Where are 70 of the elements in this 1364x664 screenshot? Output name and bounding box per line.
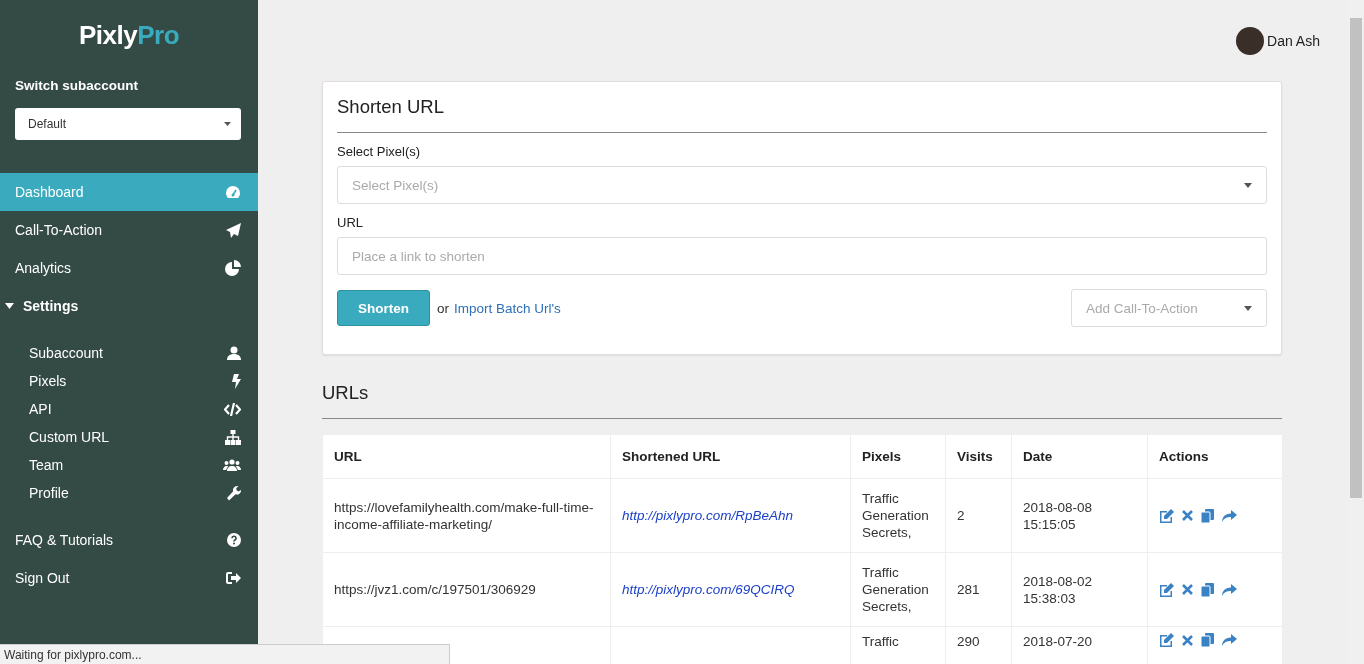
pixels-cell: Traffic Generation Secrets,	[862, 565, 929, 614]
column-header: Shortened URL	[622, 449, 721, 464]
delete-icon[interactable]	[1182, 634, 1193, 646]
share-arrow-icon[interactable]	[1222, 583, 1237, 596]
browser-status-bar: Waiting for pixlypro.com...	[0, 644, 450, 664]
sidebar-item[interactable]: Call-To-Action	[0, 211, 258, 249]
delete-icon[interactable]	[1182, 510, 1193, 521]
sidebar-subitem[interactable]: Team	[0, 451, 258, 479]
sidebar-subitem[interactable]: Profile	[0, 479, 258, 507]
date-cell: 2018-07-20	[1023, 634, 1093, 649]
visits-cell: 2	[957, 508, 965, 523]
lightning-bolt-icon	[232, 373, 241, 389]
help-icon	[227, 533, 241, 547]
caret-icon	[1244, 182, 1252, 188]
field-label: URL	[337, 215, 364, 230]
or-text: or	[437, 300, 449, 316]
date-cell: 2018-08-02 15:38:03	[1023, 573, 1093, 606]
sidebar-subitem[interactable]: Pixels	[0, 367, 258, 395]
url-input-field[interactable]: Place a link to shorten	[337, 237, 1267, 275]
sidebar-item[interactable]: Analytics	[0, 249, 258, 287]
column-header: Actions	[1159, 449, 1209, 464]
sidebar-subitem[interactable]: Custom URL	[0, 423, 258, 451]
sidebar-group-toggle[interactable]: Settings	[0, 287, 258, 325]
pixels-cell: Traffic	[862, 634, 899, 649]
url-cell: https://jvz1.com/c/197501/306929	[334, 582, 536, 597]
edit-icon[interactable]	[1159, 508, 1174, 523]
subaccount-label: Switch subaccount	[15, 78, 140, 93]
copy-icon[interactable]	[1201, 633, 1214, 647]
card-title: Shorten URL	[337, 94, 1267, 133]
shortened-url-link[interactable]: http://pixlypro.com/69QCIRQ	[622, 582, 795, 597]
wrench-icon	[227, 485, 241, 501]
share-arrow-icon[interactable]	[1222, 634, 1237, 646]
visits-cell: 290	[957, 634, 980, 649]
visits-cell: 281	[957, 582, 980, 597]
share-arrow-icon[interactable]	[1222, 509, 1237, 522]
caret-icon	[5, 303, 14, 309]
url-cell: https://lovefamilyhealth.com/make-full-time-income-affiliate-marketing/	[334, 499, 594, 532]
copy-icon[interactable]	[1201, 582, 1214, 597]
delete-icon[interactable]	[1182, 584, 1193, 595]
caret-icon	[224, 122, 231, 126]
section-title: URLs	[322, 382, 1282, 419]
avatar-circle[interactable]	[1236, 27, 1265, 55]
sidebar-item[interactable]: FAQ & Tutorials	[0, 521, 258, 559]
app-logo: PixlyPro	[77, 19, 181, 52]
copy-icon[interactable]	[1201, 508, 1214, 523]
shortened-url-link[interactable]: http://pixlypro.com/RpBeAhn	[622, 508, 794, 523]
dashboard-gauge-icon	[225, 185, 241, 199]
edit-icon[interactable]	[1159, 633, 1174, 647]
column-header: Pixels	[862, 449, 902, 464]
code-icon	[224, 402, 241, 416]
sidebar-subitem[interactable]: API	[0, 395, 258, 423]
field-label: Select Pixel(s)	[337, 144, 422, 159]
date-cell: 2018-08-08 15:15:05	[1023, 499, 1093, 532]
sitemap-icon	[225, 429, 241, 445]
user-name[interactable]: Dan Ash	[1267, 33, 1320, 49]
caret-icon	[1244, 305, 1252, 311]
paper-plane-icon	[226, 222, 241, 238]
group-of-people-icon	[223, 459, 241, 471]
import-batch-link[interactable]: Import Batch Url's	[454, 300, 561, 316]
sidebar-subitem[interactable]: Subaccount	[0, 339, 258, 367]
pie-chart-icon	[225, 260, 241, 276]
subaccount-select[interactable]: Default	[15, 108, 241, 140]
sidebar-item[interactable]: Sign Out	[0, 559, 258, 597]
column-header: URL	[334, 449, 362, 464]
column-header: Visits	[957, 449, 993, 464]
user-icon	[227, 346, 241, 360]
edit-icon[interactable]	[1159, 582, 1174, 597]
column-header: Date	[1023, 449, 1053, 464]
pixels-cell: Traffic Generation Secrets,	[862, 491, 929, 540]
sign-out-icon	[226, 572, 241, 584]
